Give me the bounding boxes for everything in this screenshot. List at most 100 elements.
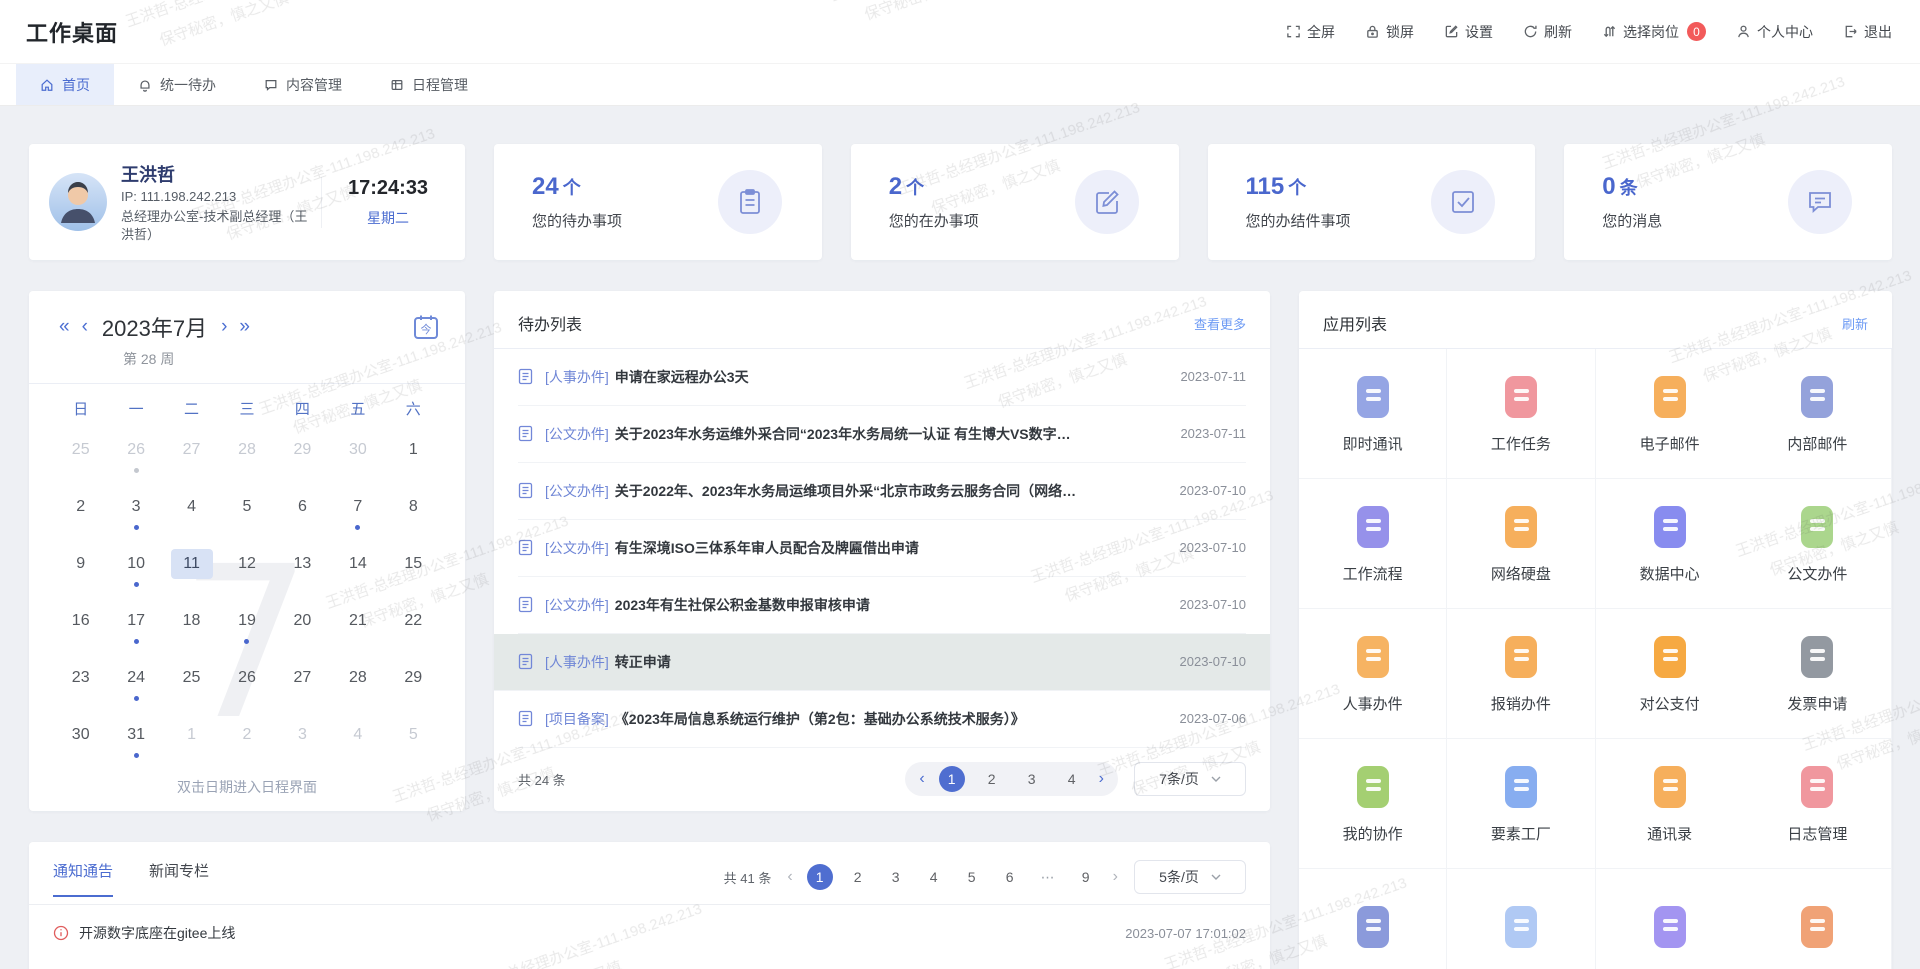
app-item[interactable]: [1447, 869, 1595, 969]
calendar-day[interactable]: 2: [53, 484, 108, 541]
calendar-day[interactable]: 2: [219, 712, 274, 769]
app-item[interactable]: 网络硬盘: [1447, 479, 1595, 609]
calendar-day[interactable]: 17: [108, 598, 163, 655]
page-number[interactable]: 2: [845, 864, 871, 890]
page-number[interactable]: 5: [959, 864, 985, 890]
todo-item[interactable]: [公文办件] 关于2023年水务运维外采合同“2023年水务局统一认证 有生博大…: [518, 406, 1246, 463]
calendar-day[interactable]: 5: [386, 712, 441, 769]
prev-page-icon[interactable]: ‹: [919, 770, 924, 788]
calendar-day[interactable]: 4: [330, 712, 385, 769]
calendar-day[interactable]: 30: [53, 712, 108, 769]
app-item[interactable]: 工作流程: [1299, 479, 1447, 609]
fullscreen-button[interactable]: 全屏: [1286, 22, 1335, 42]
calendar-day[interactable]: 3: [275, 712, 330, 769]
next-page-icon[interactable]: ›: [1113, 868, 1118, 886]
lock-screen-button[interactable]: 锁屏: [1365, 22, 1414, 42]
todo-item[interactable]: [公文办件] 关于2022年、2023年水务局运维项目外采“北京市政务云服务合同…: [518, 463, 1246, 520]
calendar-day[interactable]: 3: [108, 484, 163, 541]
tab-schedule-management[interactable]: 日程管理: [366, 64, 492, 105]
app-item[interactable]: 内部邮件: [1744, 349, 1892, 479]
select-post-button[interactable]: 选择岗位 0: [1602, 22, 1706, 42]
calendar-day[interactable]: 29: [386, 655, 441, 712]
calendar-day[interactable]: 28: [219, 427, 274, 484]
app-item[interactable]: 我的协作: [1299, 739, 1447, 869]
refresh-button[interactable]: 刷新: [1523, 22, 1572, 42]
calendar-day[interactable]: 30: [330, 427, 385, 484]
calendar-day[interactable]: 20: [275, 598, 330, 655]
page-number[interactable]: 3: [1019, 766, 1045, 792]
app-item[interactable]: 人事办件: [1299, 609, 1447, 739]
calendar-day[interactable]: 5: [219, 484, 274, 541]
app-item[interactable]: 报销办件: [1447, 609, 1595, 739]
calendar-day[interactable]: 27: [164, 427, 219, 484]
app-item[interactable]: 日志管理: [1744, 739, 1892, 869]
calendar-day[interactable]: 7: [330, 484, 385, 541]
stat-card-inprogress[interactable]: 2个 您的在办事项: [851, 144, 1179, 260]
logout-button[interactable]: 退出: [1843, 22, 1892, 42]
calendar-day[interactable]: 22: [386, 598, 441, 655]
app-item[interactable]: 通讯录: [1596, 739, 1744, 869]
calendar-day[interactable]: 11: [164, 541, 219, 598]
calendar-hint[interactable]: 双击日期进入日程界面: [29, 777, 465, 797]
stat-card-messages[interactable]: 0条 您的消息: [1564, 144, 1892, 260]
calendar-day[interactable]: 31: [108, 712, 163, 769]
calendar-day[interactable]: 19: [219, 598, 274, 655]
calendar-day[interactable]: 9: [53, 541, 108, 598]
todo-item[interactable]: [项目备案] 《2023年局信息系统运行维护（第2包：基础办公系统技术服务）》 …: [518, 691, 1246, 748]
stat-card-todo[interactable]: 24个 您的待办事项: [494, 144, 822, 260]
todo-item[interactable]: [公文办件] 有生深境ISO三体系年审人员配合及牌匾借出申请 2023-07-1…: [518, 520, 1246, 577]
app-item[interactable]: 电子邮件: [1596, 349, 1744, 479]
app-item[interactable]: [1596, 869, 1744, 969]
calendar-day[interactable]: 25: [164, 655, 219, 712]
calendar-day[interactable]: 1: [386, 427, 441, 484]
calendar-day[interactable]: 4: [164, 484, 219, 541]
todo-item[interactable]: [公文办件] 2023年有生社保公积金基数申报审核申请 2023-07-10: [518, 577, 1246, 634]
calendar-day[interactable]: 27: [275, 655, 330, 712]
next-month-icon[interactable]: ›: [215, 316, 233, 338]
page-number[interactable]: 6: [997, 864, 1023, 890]
page-number[interactable]: 9: [1073, 864, 1099, 890]
todo-page-size-select[interactable]: 7条/页: [1134, 762, 1246, 796]
prev-month-icon[interactable]: ‹: [76, 316, 94, 338]
calendar-day[interactable]: 24: [108, 655, 163, 712]
prev-page-icon[interactable]: ‹: [787, 868, 792, 886]
calendar-day[interactable]: 18: [164, 598, 219, 655]
calendar-day[interactable]: 21: [330, 598, 385, 655]
tab-home[interactable]: 首页: [16, 64, 114, 105]
view-more-link[interactable]: 查看更多: [1194, 314, 1246, 333]
app-item[interactable]: 发票申请: [1744, 609, 1892, 739]
next-year-icon[interactable]: »: [233, 316, 256, 338]
calendar-day[interactable]: 26: [219, 655, 274, 712]
page-number[interactable]: 1: [807, 864, 833, 890]
page-number[interactable]: 2: [979, 766, 1005, 792]
page-number[interactable]: 4: [1059, 766, 1085, 792]
calendar-day[interactable]: 29: [275, 427, 330, 484]
page-number[interactable]: 4: [921, 864, 947, 890]
tab-unified-todo[interactable]: 统一待办: [114, 64, 240, 105]
today-icon[interactable]: 今: [411, 312, 441, 342]
calendar-day[interactable]: 16: [53, 598, 108, 655]
tab-content-management[interactable]: 内容管理: [240, 64, 366, 105]
calendar-day[interactable]: 26: [108, 427, 163, 484]
calendar-day[interactable]: 8: [386, 484, 441, 541]
calendar-day[interactable]: 23: [53, 655, 108, 712]
calendar-day[interactable]: 12: [219, 541, 274, 598]
prev-year-icon[interactable]: «: [53, 316, 76, 338]
notices-page-size-select[interactable]: 5条/页: [1134, 860, 1246, 894]
page-number[interactable]: 1: [939, 766, 965, 792]
stat-card-completed[interactable]: 115个 您的办结件事项: [1208, 144, 1536, 260]
news-item[interactable]: 开源数字底座在gitee上线 2023-07-07 17:01:02: [53, 923, 1246, 943]
page-number[interactable]: ⋯: [1035, 864, 1061, 890]
app-item[interactable]: [1299, 869, 1447, 969]
todo-item[interactable]: [人事办件] 转正申请 2023-07-10: [494, 634, 1270, 691]
app-item[interactable]: 工作任务: [1447, 349, 1595, 479]
calendar-day[interactable]: 15: [386, 541, 441, 598]
settings-button[interactable]: 设置: [1444, 22, 1493, 42]
calendar-day[interactable]: 6: [275, 484, 330, 541]
calendar-day[interactable]: 13: [275, 541, 330, 598]
calendar-day[interactable]: 25: [53, 427, 108, 484]
app-item[interactable]: 即时通讯: [1299, 349, 1447, 479]
calendar-day[interactable]: 1: [164, 712, 219, 769]
app-item[interactable]: 数据中心: [1596, 479, 1744, 609]
calendar-day[interactable]: 14: [330, 541, 385, 598]
